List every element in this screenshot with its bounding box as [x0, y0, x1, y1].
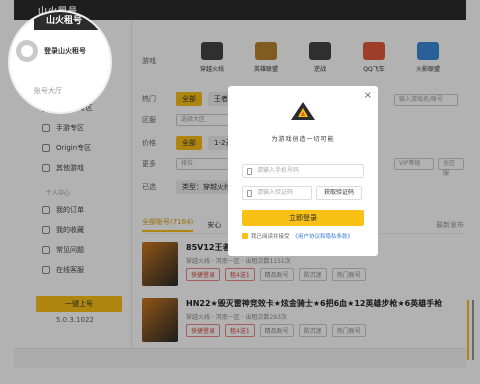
- get-code-button[interactable]: 获取验证码: [316, 186, 362, 200]
- login-button[interactable]: 立即登录: [242, 210, 364, 226]
- login-spotlight[interactable]: 山火租号 登录山火租号 账号大厅: [8, 10, 112, 114]
- shield-icon: [247, 190, 252, 197]
- avatar-icon[interactable]: [16, 40, 38, 62]
- login-link[interactable]: 登录山火租号: [44, 46, 86, 56]
- spotlight-section: 账号大厅: [34, 87, 62, 95]
- code-field[interactable]: 请输入验证码: [242, 186, 312, 200]
- agreement-link[interactable]: 《用户协议和隐私条款》: [293, 232, 354, 240]
- login-modal: × 为游戏创造一切可能 请输入手机号码 请输入验证码 获取验证码 立即登录 我已…: [228, 86, 378, 256]
- agreement-row: 我已阅读并接受 《用户协议和隐私条款》: [242, 232, 353, 240]
- spotlight-logo: 山火租号: [34, 12, 110, 30]
- mountain-fire-logo-icon: [291, 102, 315, 120]
- phone-icon: [247, 168, 252, 175]
- phone-field[interactable]: 请输入手机号码: [242, 164, 364, 178]
- agree-checkbox[interactable]: [242, 233, 248, 239]
- modal-slogan: 为游戏创造一切可能: [271, 136, 335, 143]
- close-icon[interactable]: ×: [364, 90, 372, 101]
